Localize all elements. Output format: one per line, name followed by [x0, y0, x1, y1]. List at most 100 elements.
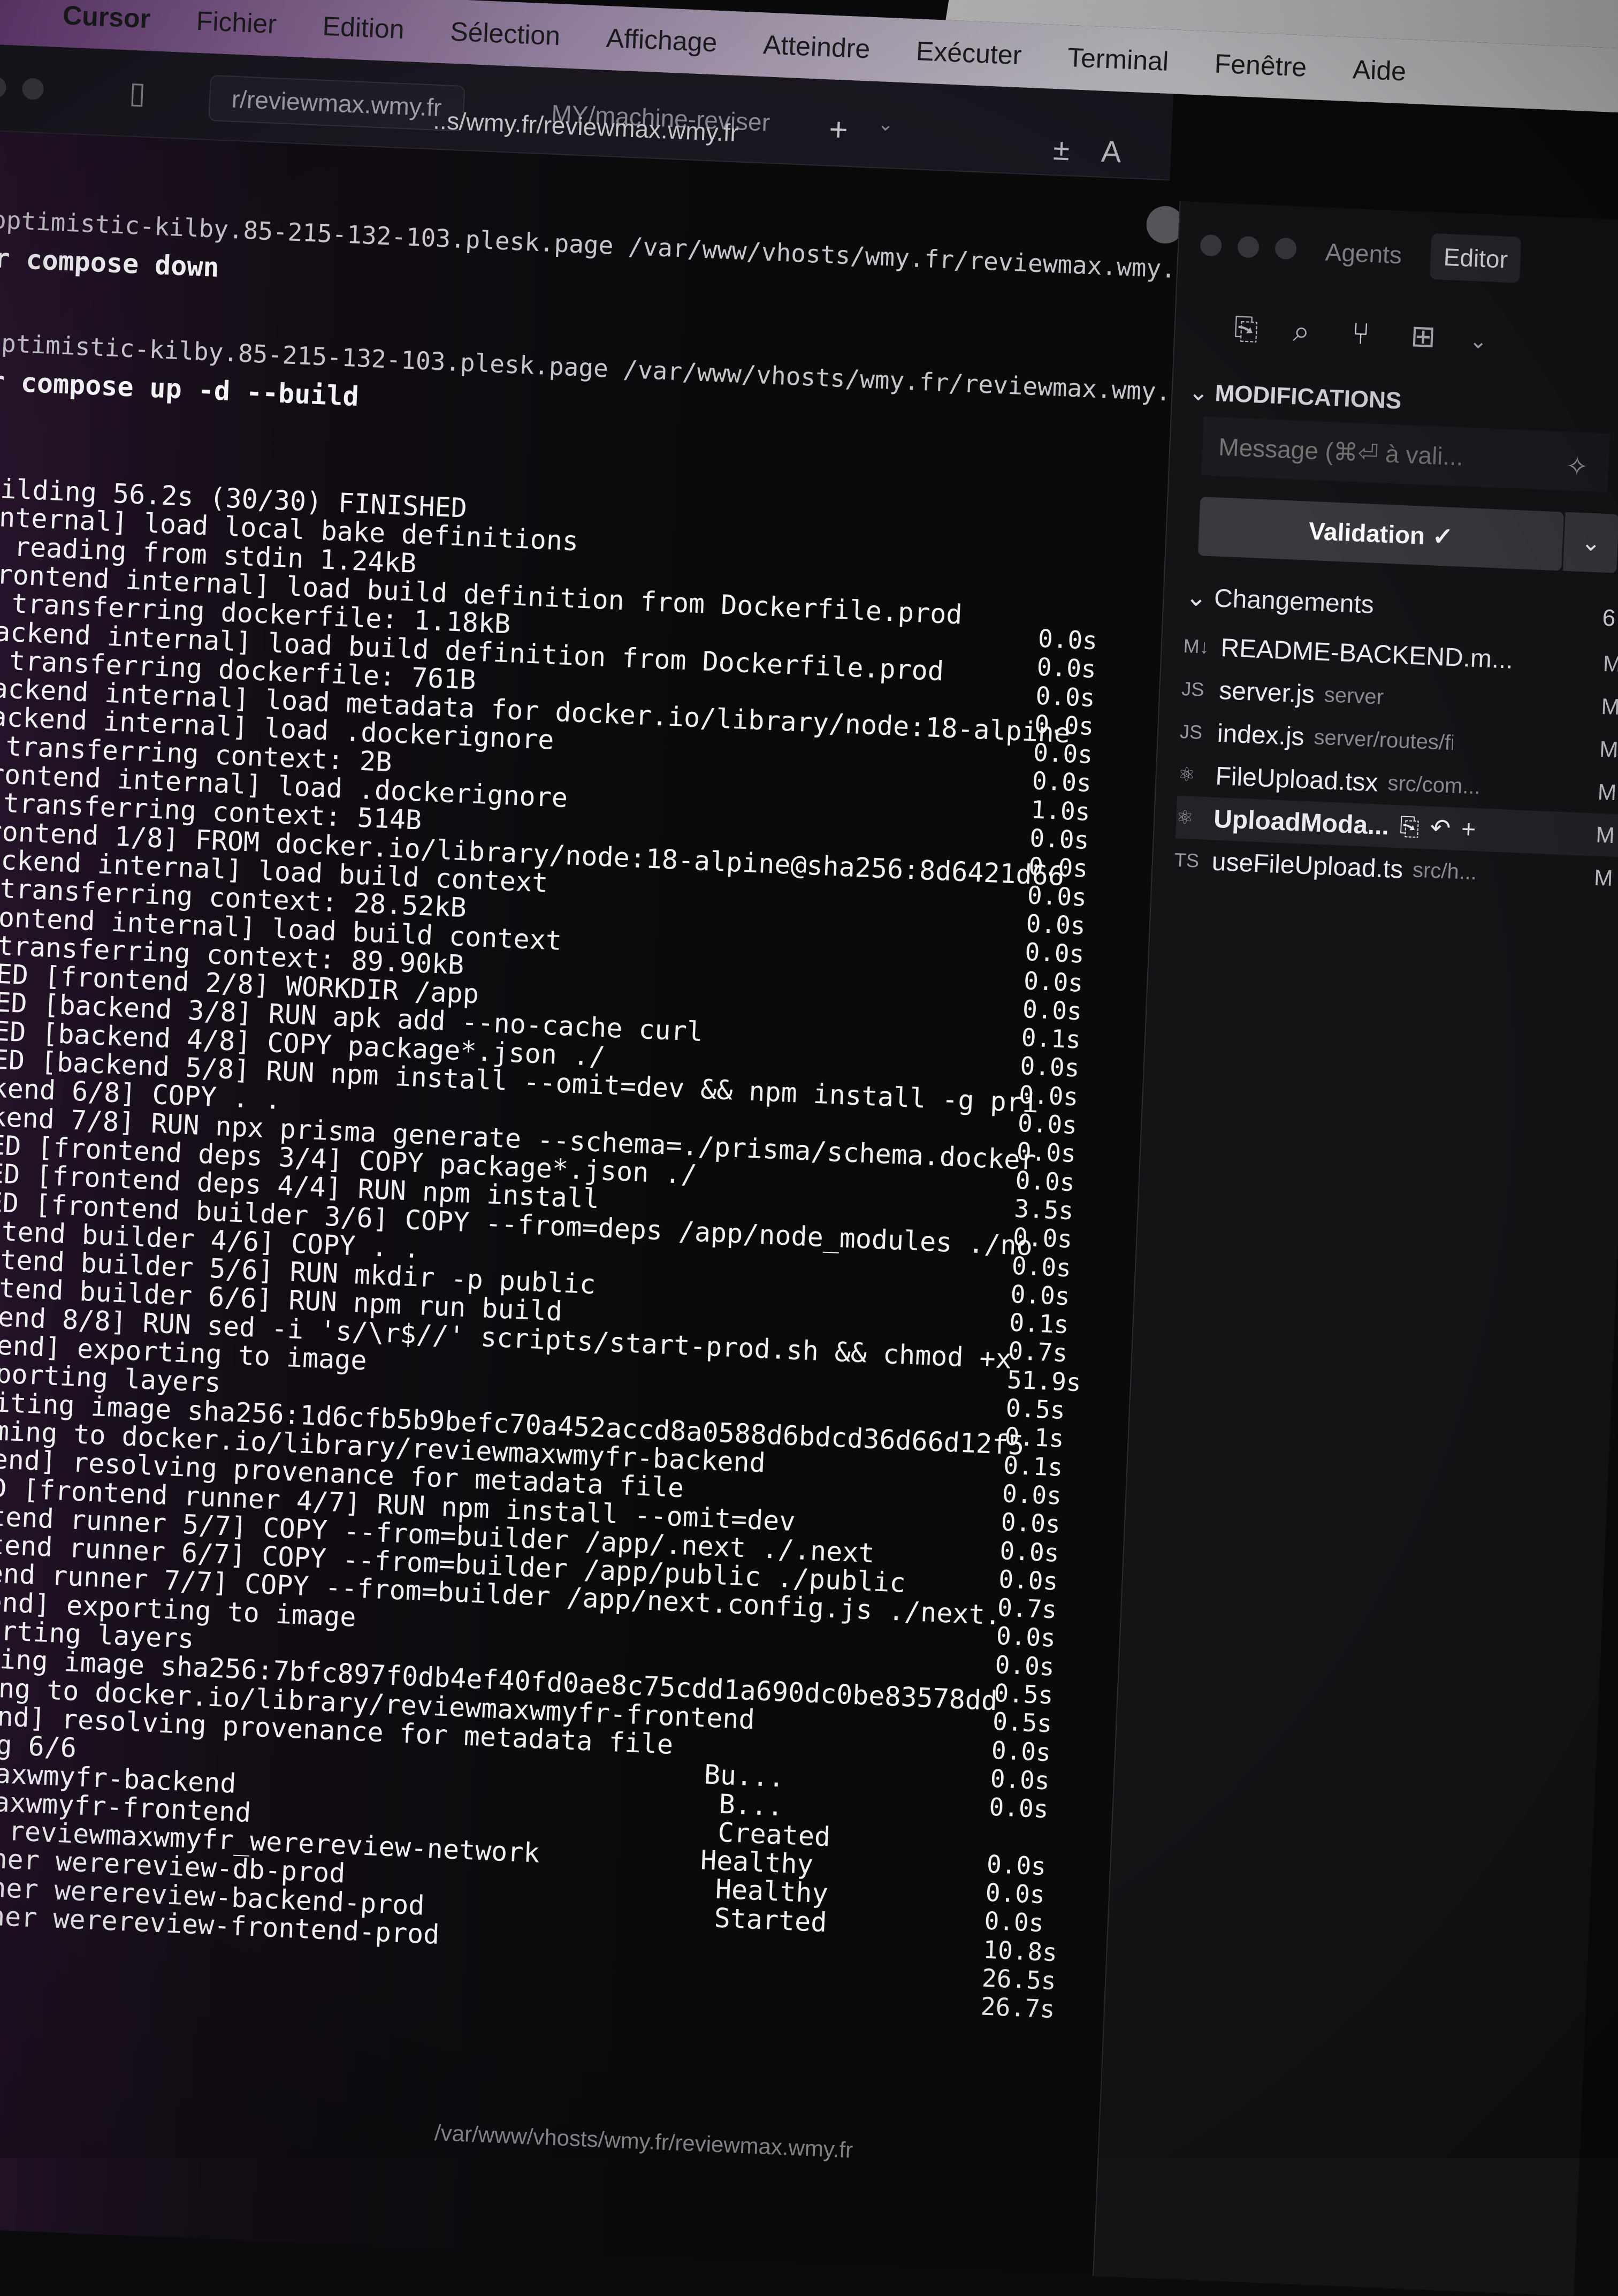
menu-edition[interactable]: Edition — [322, 11, 405, 45]
log-duration: 0.0s — [1017, 1108, 1078, 1140]
log-duration: 0.0s — [999, 1535, 1060, 1568]
file-status: M — [1597, 779, 1617, 805]
validate-label: Validation — [1308, 516, 1426, 550]
log-duration: 0.0s — [1035, 681, 1096, 712]
js-file-icon: JS — [1179, 720, 1203, 743]
log-duration: 0.0s — [994, 1649, 1055, 1682]
react-file-icon: ⚛ — [1177, 763, 1196, 786]
log-duration: 0.0s — [983, 1906, 1044, 1938]
log-duration: 0.0s — [1036, 652, 1097, 684]
log-duration: 51.9s — [1006, 1365, 1082, 1397]
js-file-icon: JS — [1181, 678, 1205, 701]
font-size-icon[interactable]: A — [1101, 134, 1122, 170]
log-duration: 0.0s — [1010, 1279, 1071, 1311]
menu-fichier[interactable]: Fichier — [196, 5, 277, 40]
chevron-down-icon: ⌄ — [1185, 583, 1215, 613]
panel-tabs: Agents Editor — [1311, 229, 1522, 283]
panel-dot — [1274, 237, 1297, 260]
validate-dropdown-button[interactable]: ⌄ — [1561, 512, 1618, 573]
log-duration: 3.5s — [1013, 1193, 1074, 1226]
tab-reviewmax[interactable]: r/reviewmax.wmy.fr — [208, 74, 465, 132]
panel-dot — [1200, 234, 1222, 257]
extensions-icon[interactable]: ⊞ — [1410, 318, 1437, 354]
search-icon[interactable]: ⌕ — [1292, 313, 1310, 349]
log-duration: 0.0s — [1029, 823, 1090, 855]
file-name: index.js — [1216, 719, 1305, 751]
file-status: M — [1600, 693, 1618, 720]
log-duration: 0.0s — [1019, 1051, 1080, 1083]
log-duration: 0.1s — [1009, 1307, 1070, 1340]
file-name: server.js — [1218, 676, 1316, 709]
log-duration: 0.7s — [997, 1593, 1058, 1624]
menu-atteindre[interactable]: Atteindre — [762, 29, 871, 64]
log-duration: 0.0s — [1037, 624, 1098, 656]
log-duration: 0.0s — [1002, 1479, 1063, 1510]
log-duration: 0.7s — [1008, 1336, 1069, 1368]
log-duration: 0.5s — [993, 1678, 1054, 1710]
log-duration: 0.0s — [1000, 1507, 1061, 1539]
files-icon[interactable]: ⎘ — [1233, 311, 1259, 348]
log-duration: 1.0s — [1030, 795, 1091, 826]
log-duration: 0.0s — [1026, 880, 1087, 912]
menu-aide[interactable]: Aide — [1352, 54, 1407, 87]
log-duration: 0.0s — [1033, 738, 1094, 770]
log-duration: 0.0s — [1011, 1251, 1072, 1282]
discard-changes-icon[interactable]: ↶ — [1430, 813, 1452, 844]
window-minimize-button[interactable] — [21, 78, 44, 100]
log-duration: 0.0s — [995, 1621, 1056, 1653]
changes-header[interactable]: ⌄ Changements — [1185, 582, 1375, 620]
log-duration: 0.5s — [992, 1707, 1053, 1738]
log-duration: 0.0s — [998, 1564, 1059, 1596]
menu-selection[interactable]: Sélection — [449, 16, 561, 52]
file-actions: ⎘ ↶ + — [1399, 811, 1476, 845]
new-tab-plus-icon[interactable]: + — [828, 111, 849, 148]
sparkle-icon[interactable]: ✧ — [1565, 451, 1589, 483]
file-status: M — [1602, 650, 1618, 677]
split-terminal-icon[interactable]: ± — [1052, 132, 1070, 167]
panel-dot — [1237, 235, 1260, 259]
tab-editor[interactable]: Editor — [1430, 233, 1522, 283]
chevron-down-icon: ⌄ — [1188, 379, 1216, 407]
sidebar-toggle-icon[interactable]: ▯ — [128, 75, 147, 111]
validate-button[interactable]: Validation ✓ — [1197, 497, 1564, 571]
file-name: README-BACKEND.m... — [1220, 633, 1514, 674]
menu-app-name[interactable]: Cursor — [62, 0, 151, 34]
modifications-header[interactable]: ⌄ MODIFICATIONS — [1188, 378, 1402, 415]
menu-executer[interactable]: Exécuter — [915, 35, 1022, 71]
window-close-button[interactable] — [0, 76, 7, 98]
menu-affichage[interactable]: Affichage — [606, 22, 718, 58]
chevron-down-icon: ⌄ — [1581, 529, 1601, 557]
log-duration: 10.8s — [982, 1935, 1058, 1967]
log-duration: 0.0s — [984, 1877, 1045, 1910]
terminal-output[interactable]: ot@optimistic-kilby.85-215-132-103.plesk… — [0, 193, 1206, 2276]
log-duration: 0.1s — [1020, 1023, 1081, 1054]
commit-message-input[interactable] — [1201, 416, 1611, 493]
log-duration: 0.5s — [1005, 1393, 1066, 1425]
react-file-icon: ⚛ — [1176, 805, 1194, 829]
log-duration: 26.7s — [980, 1991, 1056, 2024]
markdown-file-icon: M↓ — [1182, 635, 1210, 658]
file-name: useFileUpload.ts — [1211, 847, 1404, 884]
file-path: src/h... — [1412, 857, 1478, 884]
terminal-command: cker compose up -d --build — [0, 363, 360, 413]
log-duration: 0.0s — [1024, 937, 1085, 969]
open-file-icon[interactable]: ⎘ — [1399, 811, 1420, 842]
log-duration: 0.1s — [1003, 1450, 1064, 1482]
log-duration: 0.0s — [1031, 766, 1092, 798]
log-duration: 0.0s — [1014, 1165, 1075, 1197]
modifications-title: MODIFICATIONS — [1214, 380, 1402, 414]
stage-plus-icon[interactable]: + — [1461, 814, 1476, 845]
tab-agents[interactable]: Agents — [1311, 229, 1416, 279]
tab-menu-chevron-icon[interactable]: ⌄ — [877, 112, 894, 135]
file-name: FileUpload.tsx — [1215, 762, 1379, 797]
file-name: UploadModa... — [1213, 804, 1390, 840]
log-duration: 0.0s — [990, 1735, 1051, 1767]
terminal-command: cker compose down — [0, 240, 220, 283]
ts-file-icon: TS — [1174, 848, 1200, 872]
log-duration: 26.5s — [981, 1963, 1057, 1996]
menu-terminal[interactable]: Terminal — [1067, 42, 1169, 77]
file-path: server — [1324, 682, 1384, 709]
source-control-icon[interactable]: ⑂ — [1351, 316, 1370, 351]
menu-fenetre[interactable]: Fenêtre — [1214, 48, 1308, 83]
more-chevron-icon[interactable]: ⌄ — [1469, 329, 1487, 354]
